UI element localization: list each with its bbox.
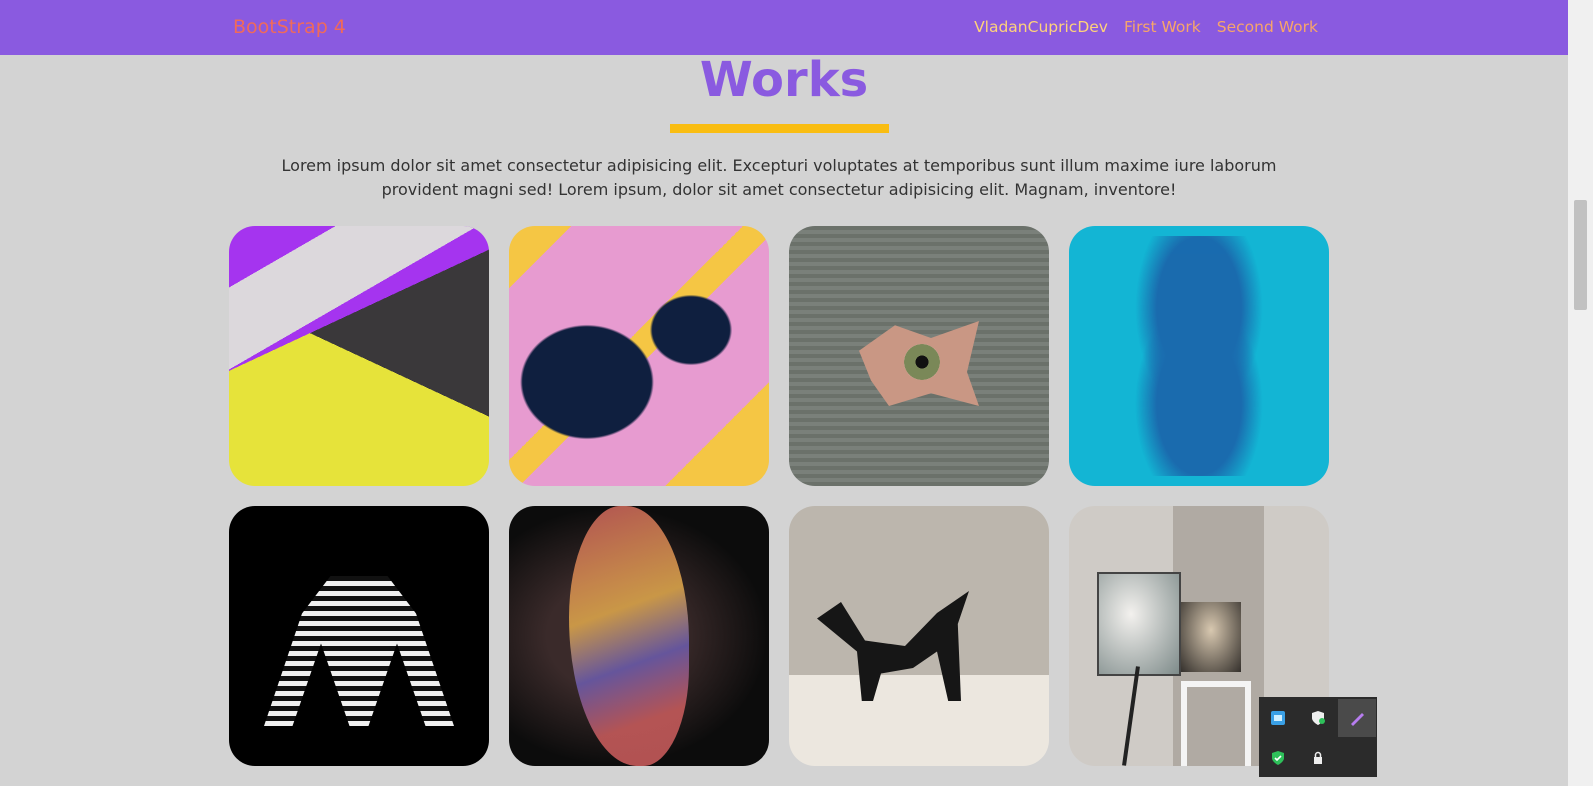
gallery-image-sculpture[interactable] (789, 506, 1049, 766)
navbar: BootStrap 4 VladanCupricDev First Work S… (0, 0, 1568, 55)
title-underline (670, 124, 889, 133)
easel-leg (1122, 666, 1140, 766)
gallery-image-eye[interactable] (789, 226, 1049, 486)
nav-link-second-work[interactable]: Second Work (1217, 18, 1318, 36)
nav-links: VladanCupricDev First Work Second Work (974, 18, 1318, 36)
security-shield-icon[interactable] (1299, 699, 1337, 737)
section-title: Works (699, 52, 869, 108)
cloud-painting (1099, 574, 1179, 674)
white-stool (1181, 681, 1251, 766)
gallery-image-striped-body[interactable] (229, 506, 489, 766)
eye-iris (904, 344, 940, 380)
gallery-image-abstract-paper[interactable] (229, 226, 489, 486)
gallery-image-tattoo[interactable] (509, 506, 769, 766)
tattoo-shape (569, 506, 689, 766)
section-lead-text: Lorem ipsum dolor sit amet consectetur a… (281, 156, 1277, 199)
small-painting (1181, 602, 1241, 672)
gallery-image-fluid-art[interactable] (509, 226, 769, 486)
page-scrollbar[interactable] (1568, 0, 1593, 786)
system-tray-popup (1259, 697, 1377, 777)
nav-link-vladancupricdev[interactable]: VladanCupricDev (974, 18, 1108, 36)
tree-shape (1099, 236, 1299, 476)
nav-link-first-work[interactable]: First Work (1124, 18, 1201, 36)
shield-check-icon[interactable] (1259, 739, 1297, 777)
works-gallery (229, 226, 1329, 766)
gallery-image-tree[interactable] (1069, 226, 1329, 486)
sculpture-shape (817, 591, 969, 701)
brand-link[interactable]: BootStrap 4 (233, 16, 346, 38)
app-blue-icon[interactable] (1259, 699, 1297, 737)
network-lock-icon[interactable] (1299, 739, 1337, 777)
scrollbar-thumb[interactable] (1574, 200, 1587, 310)
pen-icon[interactable] (1338, 699, 1376, 737)
striped-figure (264, 576, 454, 726)
